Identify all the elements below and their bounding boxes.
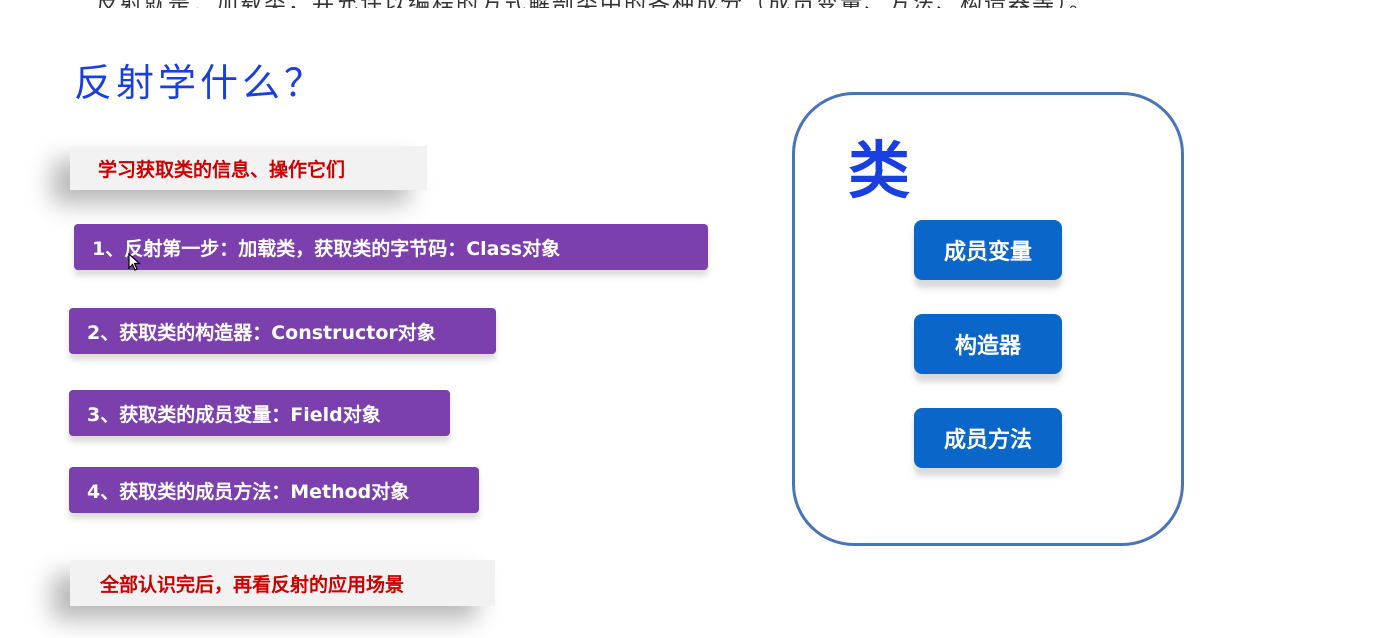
intro-tag: 学习获取类的信息、操作它们	[70, 146, 427, 190]
member-constructors: 构造器	[914, 314, 1062, 374]
step-1: 1、反射第一步：加载类，获取类的字节码：Class对象	[74, 224, 708, 270]
member-methods: 成员方法	[914, 408, 1062, 468]
mouse-cursor-icon	[128, 253, 142, 271]
outro-tag: 全部认识完后，再看反射的应用场景	[70, 560, 495, 606]
member-fields: 成员变量	[914, 220, 1062, 280]
step-4: 4、获取类的成员方法：Method对象	[69, 467, 479, 513]
page-heading: 反射学什么？	[74, 61, 327, 105]
class-title: 类	[848, 134, 911, 207]
step-3: 3、获取类的成员变量：Field对象	[69, 390, 450, 436]
step-2: 2、获取类的构造器：Constructor对象	[69, 308, 496, 354]
top-caption-text: 反射就是：加载类，并允许以编程的方式解剖类中的各种成分（成员变量、方法、构造器等…	[96, 0, 1093, 8]
top-caption-strip: 反射就是：加载类，并允许以编程的方式解剖类中的各种成分（成员变量、方法、构造器等…	[0, 0, 1388, 8]
